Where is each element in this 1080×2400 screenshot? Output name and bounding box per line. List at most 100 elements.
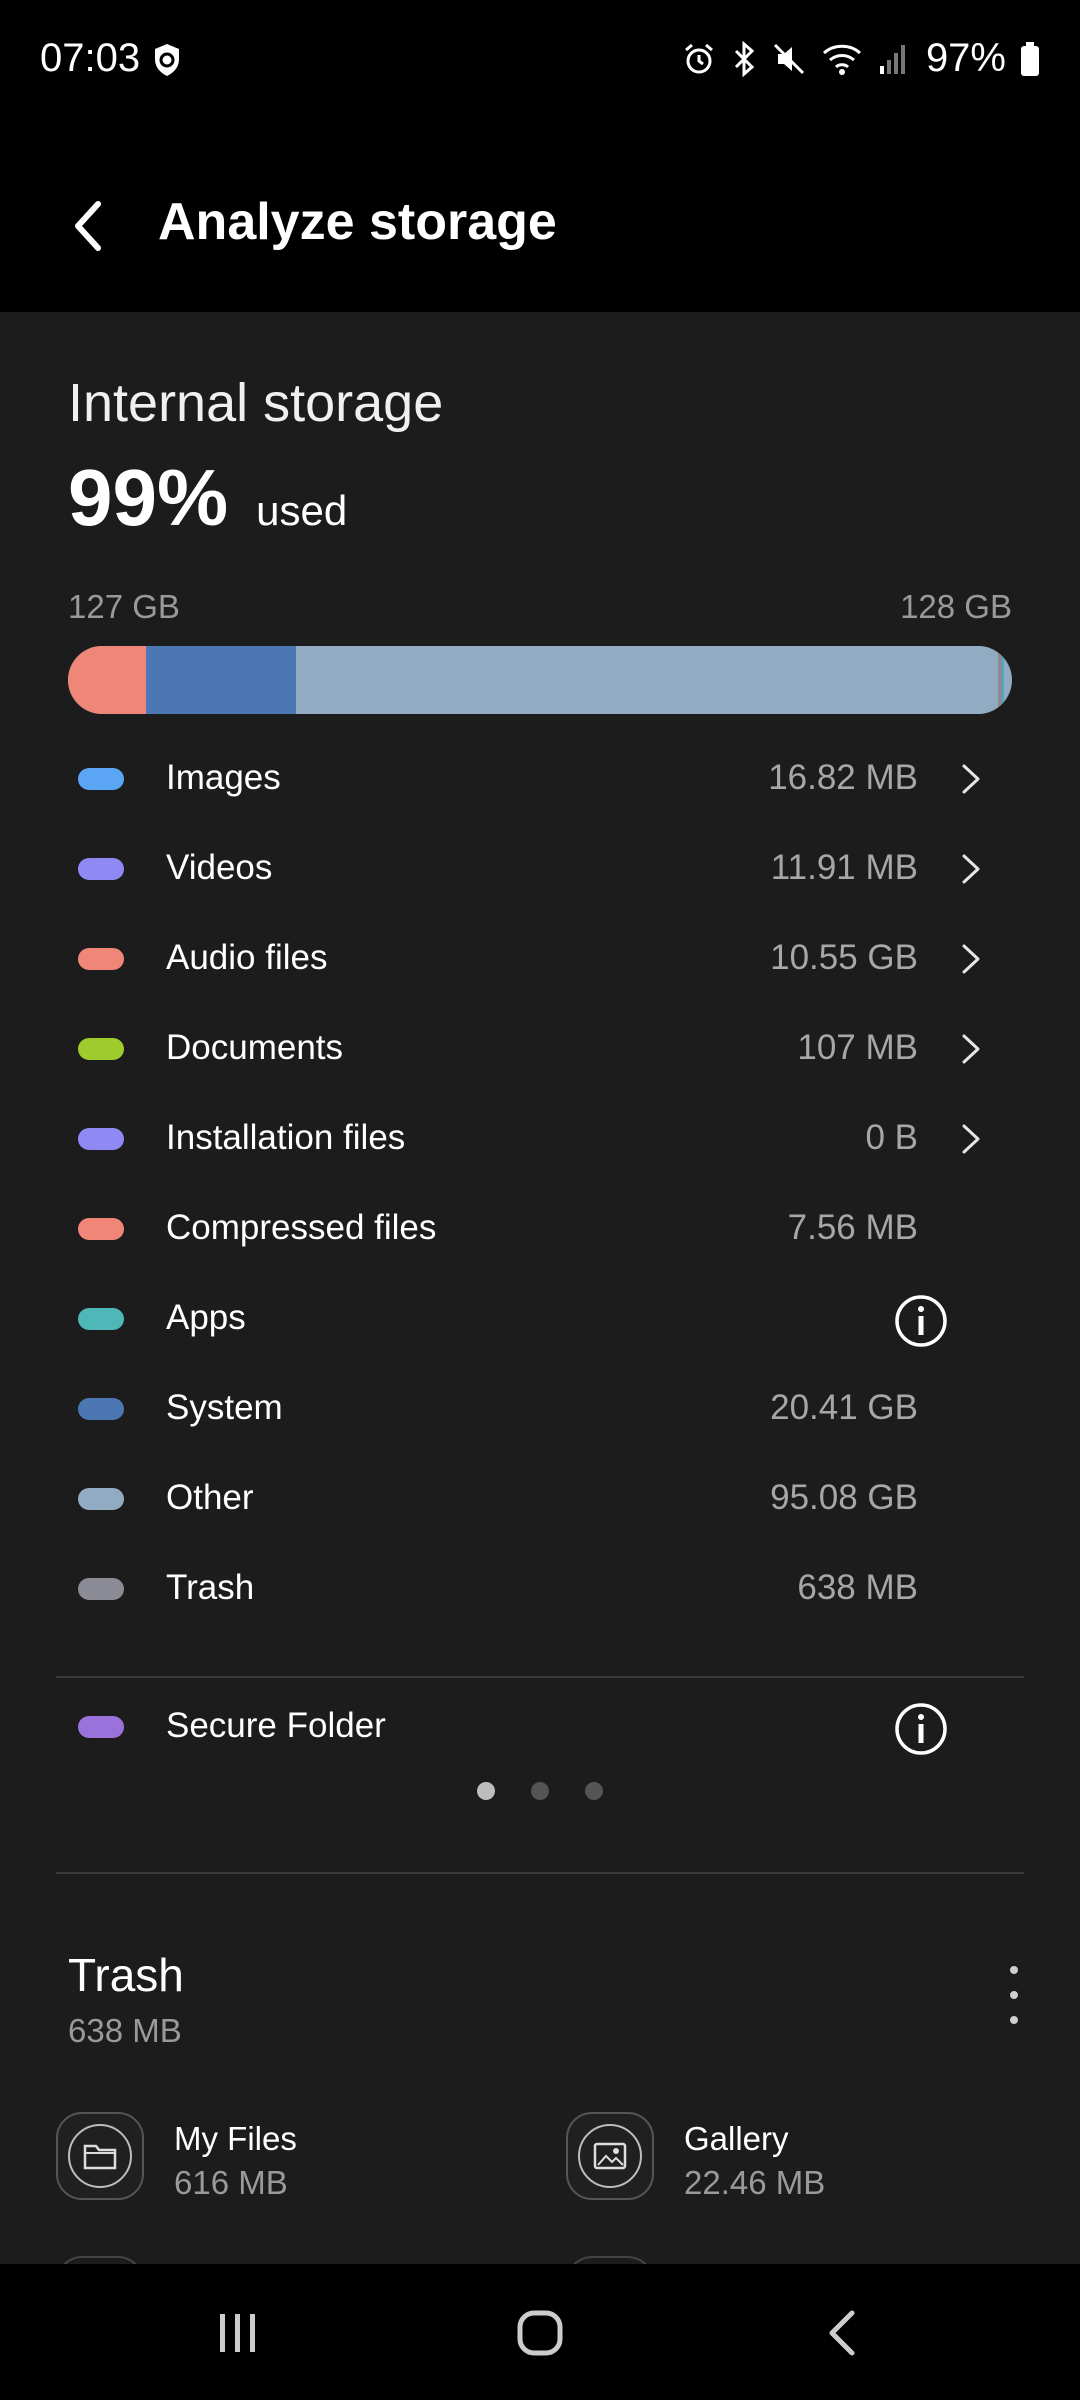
usage-summary: 99% used — [68, 452, 347, 544]
color-legend-dot — [78, 1398, 124, 1420]
recents-button[interactable] — [198, 2298, 278, 2368]
status-bar: 07:03 97% — [0, 0, 1080, 120]
color-legend-dot — [78, 1308, 124, 1330]
category-label: Videos — [166, 848, 273, 887]
category-label: Images — [166, 758, 281, 797]
total-gb: 128 GB — [900, 588, 1012, 625]
trash-section-size: 638 MB — [68, 2012, 182, 2049]
category-row: Trash 638 MB — [56, 1544, 1024, 1634]
more-dot — [1010, 1966, 1018, 1974]
secure-folder-label: Secure Folder — [166, 1706, 386, 1745]
back-button[interactable] — [56, 194, 120, 258]
usage-percent: 99% — [68, 453, 229, 542]
bar-segment — [68, 646, 146, 714]
trash-item-size: 616 MB — [174, 2164, 288, 2201]
icon-frame — [56, 2112, 144, 2200]
category-label: Apps — [166, 1298, 246, 1337]
category-row[interactable]: Videos 11.91 MB — [56, 824, 1024, 914]
color-legend-dot — [78, 858, 124, 880]
battery-percent: 97% — [925, 36, 1006, 80]
trash-item-gallery[interactable]: Gallery 22.46 MB — [566, 2112, 1026, 2212]
category-list: Images 16.82 MB Videos 11.91 MB Audio files 1… — [56, 734, 1024, 1634]
gallery-icon — [578, 2124, 642, 2188]
secure-folder-row[interactable]: Secure Folder — [56, 1682, 1024, 1772]
icon-frame — [566, 2112, 654, 2200]
trash-item-peek — [566, 2256, 654, 2264]
category-label: System — [166, 1388, 283, 1427]
page-dot[interactable] — [477, 1782, 495, 1800]
category-row[interactable]: Apps — [56, 1274, 1024, 1364]
chevron-right-icon — [958, 942, 984, 976]
category-size: 95.08 GB — [770, 1478, 918, 1517]
category-size: 20.41 GB — [770, 1388, 918, 1427]
alarm-icon — [682, 42, 716, 76]
category-size: 16.82 MB — [768, 758, 918, 797]
color-legend-dot — [78, 1038, 124, 1060]
category-row[interactable]: Images 16.82 MB — [56, 734, 1024, 824]
back-nav-button[interactable] — [802, 2298, 882, 2368]
back-arrow-icon — [75, 201, 101, 251]
navigation-bar — [0, 2264, 1080, 2400]
home-icon — [517, 2310, 563, 2356]
category-row: Other 95.08 GB — [56, 1454, 1024, 1544]
divider — [56, 1872, 1024, 1874]
status-icons: 97% — [682, 36, 1040, 81]
category-label: Documents — [166, 1028, 344, 1067]
chevron-right-icon — [958, 852, 984, 886]
recents-icon — [220, 2314, 255, 2352]
trash-item-size: 22.46 MB — [684, 2164, 826, 2201]
mute-icon — [772, 42, 806, 76]
category-size: 107 MB — [797, 1028, 918, 1067]
category-size: 7.56 MB — [787, 1208, 918, 1247]
bar-segment — [145, 646, 297, 714]
more-dot — [1010, 1991, 1018, 1999]
category-size: 10.55 GB — [770, 938, 918, 977]
storage-usage-bar — [68, 646, 1012, 714]
trash-section-title: Trash — [68, 1949, 184, 2001]
storage-title: Internal storage — [68, 373, 444, 433]
storage-content[interactable]: Internal storage 99% used 127 GB 128 GB … — [0, 312, 1080, 2264]
category-row[interactable]: Documents 107 MB — [56, 1004, 1024, 1094]
color-legend-dot — [78, 768, 124, 790]
category-row[interactable]: Installation files 0 B — [56, 1094, 1024, 1184]
color-legend-dot — [78, 1716, 124, 1738]
category-row: System 20.41 GB — [56, 1364, 1024, 1454]
color-legend-dot — [78, 948, 124, 970]
divider — [56, 1676, 1024, 1678]
bar-segment — [1002, 646, 1005, 714]
category-label: Audio files — [166, 938, 328, 977]
chevron-right-icon — [958, 1032, 984, 1066]
color-legend-dot — [78, 1488, 124, 1510]
page-indicator — [0, 1782, 1080, 1800]
category-row[interactable]: Audio files 10.55 GB — [56, 914, 1024, 1004]
bluetooth-icon — [730, 40, 758, 77]
chevron-right-icon — [958, 1122, 984, 1156]
color-legend-dot — [78, 1128, 124, 1150]
shield-icon — [152, 42, 182, 83]
usage-label: used — [256, 487, 348, 534]
category-label: Compressed files — [166, 1208, 437, 1247]
trash-item-my-files[interactable]: My Files 616 MB — [56, 2112, 516, 2212]
trash-item-peek — [56, 2256, 144, 2264]
page-dot[interactable] — [585, 1782, 603, 1800]
more-options-button[interactable] — [994, 1958, 1034, 2032]
category-size: 11.91 MB — [770, 848, 918, 887]
info-icon[interactable] — [894, 1294, 948, 1348]
back-nav-icon — [829, 2310, 855, 2356]
info-icon[interactable] — [894, 1702, 948, 1756]
battery-icon — [1020, 41, 1040, 77]
wifi-icon — [820, 41, 864, 77]
trash-item-name: Gallery — [684, 2120, 789, 2157]
used-gb: 127 GB — [68, 588, 180, 625]
category-label: Other — [166, 1478, 254, 1517]
app-bar: Analyze storage — [0, 150, 1080, 300]
category-label: Installation files — [166, 1118, 406, 1157]
home-button[interactable] — [500, 2298, 580, 2368]
color-legend-dot — [78, 1218, 124, 1240]
page-dot[interactable] — [531, 1782, 549, 1800]
folder-icon — [68, 2124, 132, 2188]
category-label: Trash — [166, 1568, 255, 1607]
category-row: Compressed files 7.56 MB — [56, 1184, 1024, 1274]
status-time: 07:03 — [40, 36, 141, 80]
chevron-right-icon — [958, 762, 984, 796]
